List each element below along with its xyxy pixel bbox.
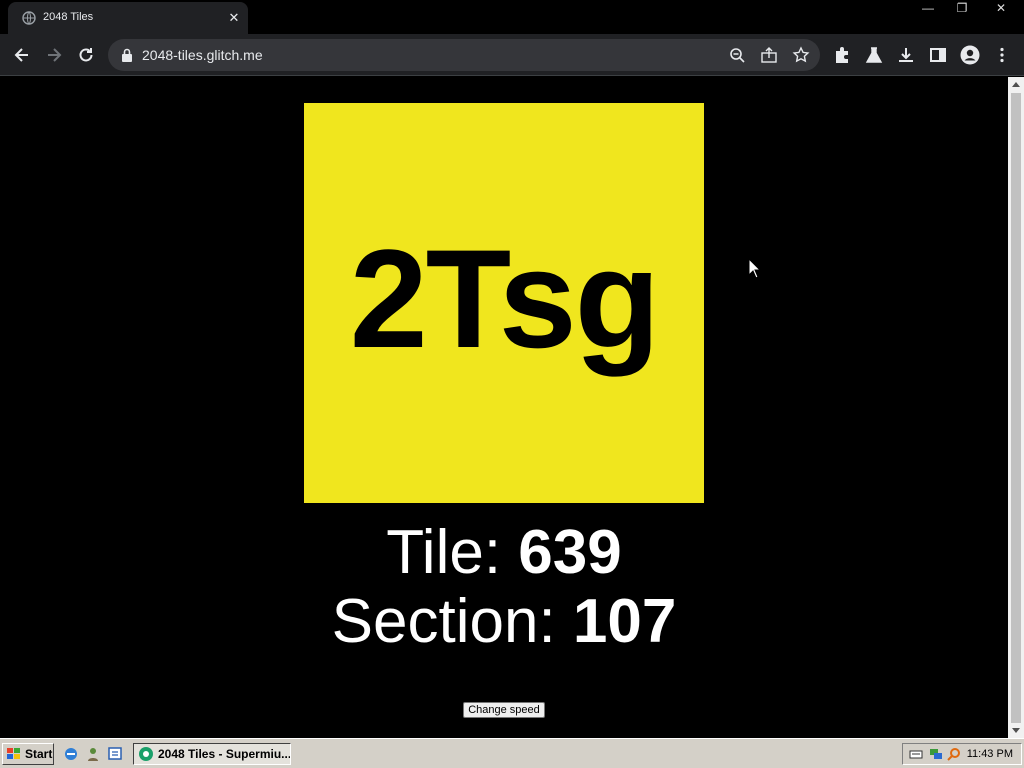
show-desktop-icon[interactable] bbox=[107, 746, 123, 762]
lock-icon bbox=[122, 48, 132, 62]
forward-arrow-icon[interactable] bbox=[44, 45, 64, 65]
scroll-up-arrow-icon[interactable] bbox=[1012, 82, 1020, 87]
browser-toolbar: 2048-tiles.glitch.me bbox=[0, 34, 1024, 76]
internet-explorer-icon[interactable] bbox=[63, 746, 79, 762]
taskbar-window-label: 2048 Tiles - Supermiu... bbox=[158, 747, 291, 761]
tile-counter-value: 639 bbox=[518, 518, 622, 587]
system-tray: 11:43 PM bbox=[902, 743, 1022, 765]
window-controls: — ❐ ✕ bbox=[906, 0, 1024, 18]
browser-app-icon bbox=[139, 747, 153, 761]
network-icon[interactable] bbox=[929, 747, 943, 761]
extensions-icon[interactable] bbox=[832, 45, 852, 65]
url-text[interactable]: 2048-tiles.glitch.me bbox=[142, 47, 263, 63]
page-viewport: 2Tsg Tile: 639 Section: 107 Change speed bbox=[0, 77, 1008, 738]
start-label: Start bbox=[25, 747, 53, 761]
scroll-thumb[interactable] bbox=[1011, 93, 1021, 723]
tile-counter-label: Tile: bbox=[386, 518, 519, 587]
tile-counter: Tile: 639 bbox=[0, 522, 1008, 584]
close-window-button[interactable]: ✕ bbox=[978, 0, 1024, 18]
back-arrow-icon[interactable] bbox=[12, 45, 32, 65]
system-clock: 11:43 PM bbox=[966, 748, 1013, 760]
start-button[interactable]: Start bbox=[2, 743, 54, 765]
globe-icon bbox=[22, 11, 36, 25]
tile-square: 2Tsg bbox=[304, 103, 704, 503]
profile-avatar-icon[interactable] bbox=[960, 45, 980, 65]
taskbar-window-button[interactable]: 2048 Tiles - Supermiu... bbox=[133, 743, 291, 765]
taskbar: Start 2048 Tiles - Supermiu... 11:43 PM bbox=[0, 738, 1024, 768]
keyboard-icon[interactable] bbox=[909, 747, 923, 761]
menu-kebab-icon[interactable] bbox=[992, 45, 1012, 65]
minimize-button[interactable]: — bbox=[916, 0, 940, 18]
labs-flask-icon[interactable] bbox=[864, 45, 884, 65]
search-magnifier-icon[interactable] bbox=[947, 747, 961, 761]
section-counter-label: Section: bbox=[331, 587, 573, 656]
share-icon[interactable] bbox=[760, 46, 778, 64]
section-counter: Section: 107 bbox=[0, 591, 1008, 653]
address-bar[interactable]: 2048-tiles.glitch.me bbox=[108, 39, 820, 71]
title-bar: 2048 Tiles ✕ — ❐ ✕ bbox=[0, 0, 1024, 34]
tile-text: 2Tsg bbox=[349, 220, 660, 377]
side-panel-icon[interactable] bbox=[928, 45, 948, 65]
change-speed-button[interactable]: Change speed bbox=[463, 702, 545, 718]
download-icon[interactable] bbox=[896, 45, 916, 65]
browser-tab[interactable]: 2048 Tiles ✕ bbox=[8, 2, 248, 34]
windows-logo-icon bbox=[7, 748, 20, 759]
restore-button[interactable]: ❐ bbox=[950, 0, 974, 18]
section-counter-value: 107 bbox=[572, 587, 677, 656]
vertical-scrollbar[interactable] bbox=[1008, 77, 1024, 738]
zoom-out-icon[interactable] bbox=[728, 46, 746, 64]
mouse-cursor-icon bbox=[748, 258, 762, 279]
tab-close-icon[interactable]: ✕ bbox=[226, 10, 242, 26]
reload-icon[interactable] bbox=[76, 45, 96, 65]
scroll-down-arrow-icon[interactable] bbox=[1012, 728, 1020, 733]
tab-title: 2048 Tiles bbox=[43, 11, 94, 23]
messenger-icon[interactable] bbox=[85, 746, 101, 762]
bookmark-star-icon[interactable] bbox=[792, 46, 810, 64]
